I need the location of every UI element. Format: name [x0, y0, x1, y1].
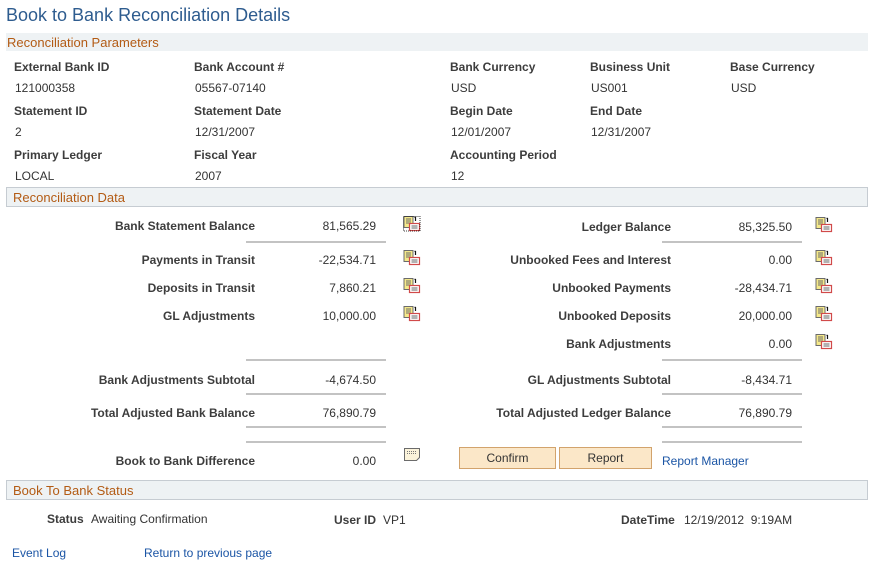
bank-currency-value: USD	[451, 81, 477, 95]
divider	[246, 441, 386, 443]
drilldown-details-icon[interactable]	[815, 250, 833, 266]
payments-in-transit-value: -22,534.71	[318, 253, 376, 267]
drilldown-details-icon[interactable]	[815, 306, 833, 322]
end-date-value: 12/31/2007	[591, 125, 652, 139]
status-label: Status	[47, 512, 84, 526]
base-currency-label: Base Currency	[730, 60, 815, 74]
statement-id-label: Statement ID	[14, 104, 88, 118]
total-adjusted-bank-balance-value: 76,890.79	[322, 406, 376, 420]
divider	[662, 426, 802, 428]
gl-adjustments-subtotal-label: GL Adjustments Subtotal	[527, 373, 671, 387]
status-value: Awaiting Confirmation	[91, 512, 208, 526]
payments-in-transit-label: Payments in Transit	[141, 253, 255, 267]
fiscal-year-label: Fiscal Year	[194, 148, 257, 162]
bank-account-label: Bank Account #	[194, 60, 285, 74]
divider	[246, 426, 386, 428]
total-adjusted-ledger-balance-label: Total Adjusted Ledger Balance	[496, 406, 671, 420]
statement-date-label: Statement Date	[194, 104, 282, 118]
ledger-balance-label: Ledger Balance	[581, 220, 671, 234]
total-adjusted-bank-balance-label: Total Adjusted Bank Balance	[90, 406, 255, 420]
bank-adjustments-subtotal-label: Bank Adjustments Subtotal	[98, 373, 255, 387]
gl-adjustments-value: 10,000.00	[322, 309, 376, 323]
statement-id-value: 2	[15, 125, 22, 139]
drilldown-details-icon[interactable]	[815, 334, 833, 350]
reconciliation-parameters-header: Reconciliation Parameters	[6, 33, 868, 51]
business-unit-label: Business Unit	[590, 60, 671, 74]
unbooked-deposits-label: Unbooked Deposits	[558, 309, 671, 323]
primary-ledger-label: Primary Ledger	[14, 148, 103, 162]
drilldown-details-icon[interactable]	[403, 216, 421, 232]
accounting-period-value: 12	[451, 169, 465, 183]
user-id-label: User ID	[334, 513, 377, 527]
statement-date-value: 12/31/2007	[195, 125, 256, 139]
external-bank-id-label: External Bank ID	[14, 60, 110, 74]
event-log-link[interactable]: Event Log	[12, 546, 66, 560]
divider	[662, 441, 802, 443]
bank-adjustments-value: 0.00	[768, 337, 792, 351]
drilldown-details-icon[interactable]	[403, 278, 421, 294]
drilldown-details-icon[interactable]	[403, 250, 421, 266]
bank-currency-label: Bank Currency	[450, 60, 536, 74]
book-to-bank-status-header: Book To Bank Status	[6, 480, 868, 500]
bank-statement-balance-label: Bank Statement Balance	[114, 219, 255, 233]
confirm-button[interactable]: Confirm	[459, 447, 556, 469]
book-to-bank-difference-label: Book to Bank Difference	[115, 454, 255, 468]
primary-ledger-value: LOCAL	[15, 169, 55, 183]
drilldown-details-icon[interactable]	[815, 278, 833, 294]
return-to-previous-page-link[interactable]: Return to previous page	[144, 546, 272, 560]
accounting-period-label: Accounting Period	[450, 148, 557, 162]
fiscal-year-value: 2007	[195, 169, 222, 183]
report-manager-link[interactable]: Report Manager	[662, 454, 749, 468]
unbooked-payments-label: Unbooked Payments	[552, 281, 671, 295]
divider	[246, 359, 386, 361]
report-button[interactable]: Report	[559, 447, 652, 469]
drilldown-details-icon[interactable]	[403, 306, 421, 322]
unbooked-fees-value: 0.00	[768, 253, 792, 267]
unbooked-payments-value: -28,434.71	[734, 281, 792, 295]
begin-date-value: 12/01/2007	[451, 125, 512, 139]
divider	[662, 393, 802, 395]
end-date-label: End Date	[590, 104, 643, 118]
drilldown-details-icon[interactable]	[815, 217, 833, 233]
book-to-bank-difference-value: 0.00	[352, 454, 376, 468]
datetime-value: 12/19/2012 9:19AM	[684, 513, 793, 527]
deposits-in-transit-value: 7,860.21	[329, 281, 376, 295]
unbooked-fees-label: Unbooked Fees and Interest	[510, 253, 671, 267]
total-adjusted-ledger-balance-value: 76,890.79	[738, 406, 792, 420]
page-title: Book to Bank Reconciliation Details	[6, 5, 291, 25]
bank-statement-balance-value: 81,565.29	[322, 219, 376, 233]
divider	[662, 359, 802, 361]
bank-adjustments-label: Bank Adjustments	[566, 337, 671, 351]
reconciliation-data-header: Reconciliation Data	[6, 187, 868, 207]
divider	[246, 393, 386, 395]
datetime-label: DateTime	[621, 513, 675, 527]
comment-icon[interactable]	[404, 448, 421, 462]
bank-adjustments-subtotal-value: -4,674.50	[325, 373, 376, 387]
begin-date-label: Begin Date	[450, 104, 513, 118]
user-id-value: VP1	[383, 513, 406, 527]
base-currency-value: USD	[731, 81, 757, 95]
bank-account-value: 05567-07140	[195, 81, 266, 95]
gl-adjustments-subtotal-value: -8,434.71	[741, 373, 792, 387]
divider	[246, 241, 386, 243]
unbooked-deposits-value: 20,000.00	[738, 309, 792, 323]
business-unit-value: US001	[591, 81, 628, 95]
deposits-in-transit-label: Deposits in Transit	[147, 281, 255, 295]
external-bank-id-value: 121000358	[15, 81, 76, 95]
divider	[662, 241, 802, 243]
gl-adjustments-label: GL Adjustments	[162, 309, 255, 323]
ledger-balance-value: 85,325.50	[738, 220, 792, 234]
